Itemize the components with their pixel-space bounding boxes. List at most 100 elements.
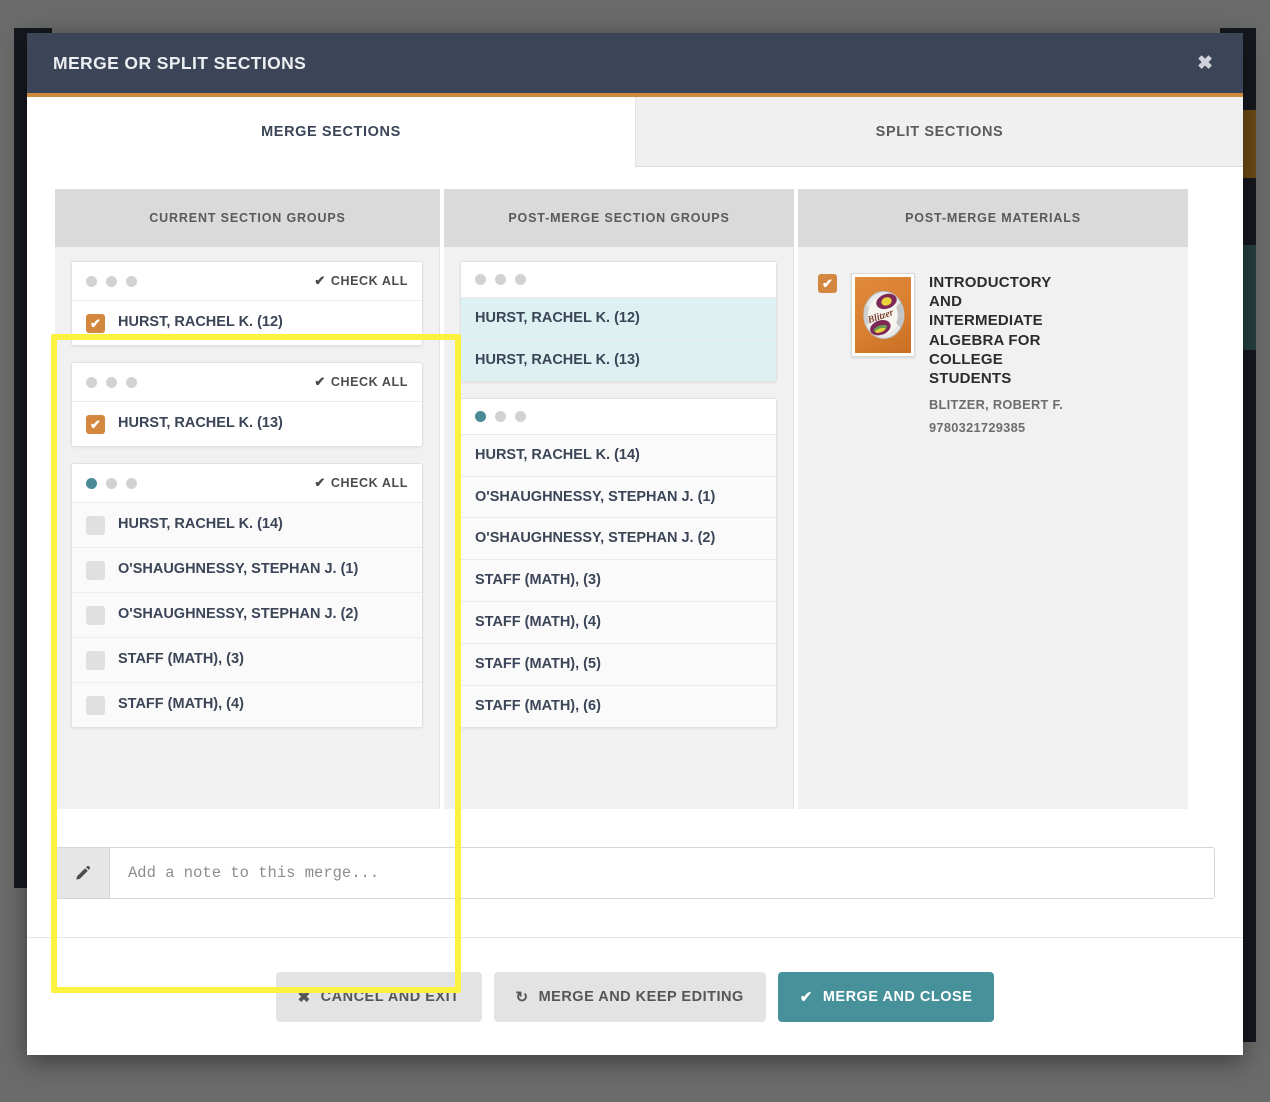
status-dot	[106, 377, 117, 388]
post-merge-group-card: HURST, RACHEL K. (12) HURST, RACHEL K. (…	[460, 261, 777, 382]
section-label: O'SHAUGHNESSY, STEPHAN J. (2)	[118, 605, 358, 625]
material-isbn: 9780321729385	[929, 420, 1168, 435]
section-checkbox[interactable]	[86, 651, 105, 670]
check-icon: ✔	[314, 374, 326, 389]
book-cover-art: Blitzer	[855, 277, 911, 353]
merge-and-keep-editing-button[interactable]: ↻ MERGE AND KEEP EDITING	[494, 972, 766, 1022]
status-dot	[126, 377, 137, 388]
section-group-header: ✔CHECK ALL	[72, 262, 422, 300]
note-section	[27, 821, 1243, 899]
section-checkbox[interactable]: ✔	[86, 415, 105, 434]
cancel-and-exit-button[interactable]: ✖ CANCEL AND EXIT	[276, 972, 482, 1022]
book-cover-thumbnail: Blitzer	[851, 273, 915, 357]
current-groups-scroll-area[interactable]: ✔ CHECK ALL ✔ HURST, RACHEL K. (12)	[55, 247, 440, 809]
merge-or-split-modal: MERGE OR SPLIT SECTIONS ✖ MERGE SECTIONS…	[27, 33, 1243, 1055]
status-dots	[86, 377, 137, 388]
modal-header: MERGE OR SPLIT SECTIONS ✖	[27, 33, 1243, 97]
section-row[interactable]: ✔ HURST, RACHEL K. (12)	[72, 300, 422, 345]
cancel-and-exit-label: CANCEL AND EXIT	[321, 989, 460, 1005]
column-header-post-merge-groups: POST-MERGE SECTION GROUPS	[444, 189, 794, 247]
check-icon: ✔	[314, 475, 326, 490]
check-all-button[interactable]: ✔CHECK ALL	[314, 273, 408, 289]
page-title: MERGE OR SPLIT SECTIONS	[53, 53, 306, 74]
section-row[interactable]: STAFF (MATH), (3)	[72, 637, 422, 682]
post-merge-materials-scroll-area[interactable]: ✔	[798, 247, 1188, 809]
check-icon: ✔	[314, 273, 326, 288]
check-all-label: CHECK ALL	[331, 476, 408, 490]
post-merge-row[interactable]: STAFF (MATH), (4)	[461, 601, 776, 643]
close-icon: ✖	[298, 988, 311, 1006]
material-item: ✔	[814, 261, 1172, 435]
merge-and-close-button[interactable]: ✔ MERGE AND CLOSE	[778, 972, 995, 1022]
post-merge-row[interactable]: HURST, RACHEL K. (14)	[461, 434, 776, 476]
status-dot	[495, 274, 506, 285]
post-merge-row[interactable]: HURST, RACHEL K. (12)	[461, 297, 776, 339]
section-checkbox[interactable]	[86, 516, 105, 535]
material-title: INTRODUCTORY AND INTERMEDIATE ALGEBRA FO…	[929, 273, 1079, 388]
post-merge-row[interactable]: O'SHAUGHNESSY, STEPHAN J. (2)	[461, 517, 776, 559]
post-merge-group-header	[461, 262, 776, 297]
status-dot	[86, 478, 97, 489]
note-field[interactable]	[55, 847, 1215, 899]
section-label: STAFF (MATH), (4)	[118, 695, 244, 715]
status-dot	[126, 478, 137, 489]
section-row[interactable]: STAFF (MATH), (4)	[72, 682, 422, 727]
material-author: BLITZER, ROBERT F.	[929, 397, 1168, 412]
section-label: O'SHAUGHNESSY, STEPHAN J. (1)	[118, 560, 358, 580]
section-row[interactable]: O'SHAUGHNESSY, STEPHAN J. (2)	[72, 592, 422, 637]
status-dots	[475, 411, 762, 422]
post-merge-row[interactable]: O'SHAUGHNESSY, STEPHAN J. (1)	[461, 476, 776, 518]
bottle-cap-icon: Blitzer	[855, 277, 911, 353]
pencil-glyph	[74, 865, 91, 882]
column-header-post-merge-materials: POST-MERGE MATERIALS	[798, 189, 1188, 247]
post-merge-row[interactable]: HURST, RACHEL K. (13)	[461, 339, 776, 381]
status-dots	[86, 276, 137, 287]
status-dots	[86, 478, 137, 489]
tab-split-sections[interactable]: SPLIT SECTIONS	[635, 97, 1243, 167]
check-all-label: CHECK ALL	[331, 375, 408, 389]
post-merge-row[interactable]: STAFF (MATH), (6)	[461, 685, 776, 727]
section-checkbox[interactable]: ✔	[86, 314, 105, 333]
column-post-merge-section-groups: POST-MERGE SECTION GROUPS HURST, RACHEL …	[444, 189, 794, 809]
status-dot	[86, 377, 97, 388]
status-dot	[475, 411, 486, 422]
section-row[interactable]: HURST, RACHEL K. (14)	[72, 502, 422, 547]
post-merge-groups-scroll-area[interactable]: HURST, RACHEL K. (12) HURST, RACHEL K. (…	[444, 247, 794, 809]
status-dot	[475, 274, 486, 285]
refresh-icon: ↻	[516, 988, 529, 1006]
section-label: STAFF (MATH), (3)	[118, 650, 244, 670]
section-label: HURST, RACHEL K. (12)	[118, 313, 283, 333]
tab-merge-sections[interactable]: MERGE SECTIONS	[27, 97, 635, 167]
material-details: INTRODUCTORY AND INTERMEDIATE ALGEBRA FO…	[929, 273, 1168, 435]
section-checkbox[interactable]	[86, 696, 105, 715]
column-post-merge-materials: POST-MERGE MATERIALS ✔	[798, 189, 1188, 809]
check-icon: ✔	[800, 988, 813, 1006]
check-all-button[interactable]: ✔ CHECK ALL	[314, 475, 408, 491]
section-row[interactable]: O'SHAUGHNESSY, STEPHAN J. (1)	[72, 547, 422, 592]
post-merge-row[interactable]: STAFF (MATH), (3)	[461, 559, 776, 601]
section-row[interactable]: ✔ HURST, RACHEL K. (13)	[72, 401, 422, 446]
status-dot	[86, 276, 97, 287]
post-merge-group-header	[461, 399, 776, 434]
modal-footer: ✖ CANCEL AND EXIT ↻ MERGE AND KEEP EDITI…	[27, 937, 1243, 1055]
status-dot	[106, 478, 117, 489]
section-checkbox[interactable]	[86, 606, 105, 625]
column-current-section-groups: CURRENT SECTION GROUPS ✔ CHECK ALL	[55, 189, 440, 809]
status-dot	[515, 411, 526, 422]
pencil-icon	[56, 848, 110, 898]
post-merge-row[interactable]: STAFF (MATH), (5)	[461, 643, 776, 685]
close-icon[interactable]: ✖	[1191, 50, 1219, 77]
columns-container: CURRENT SECTION GROUPS ✔ CHECK ALL	[55, 189, 1215, 809]
status-dot	[495, 411, 506, 422]
section-group-header: ✔ CHECK ALL	[72, 363, 422, 401]
check-all-button[interactable]: ✔ CHECK ALL	[314, 374, 408, 390]
material-checkbox[interactable]: ✔	[818, 274, 837, 293]
column-header-current: CURRENT SECTION GROUPS	[55, 189, 440, 247]
modal-body: CURRENT SECTION GROUPS ✔ CHECK ALL	[27, 167, 1243, 821]
status-dot	[515, 274, 526, 285]
merge-note-input[interactable]	[110, 848, 1214, 898]
merge-and-close-label: MERGE AND CLOSE	[823, 989, 973, 1005]
status-dot	[126, 276, 137, 287]
section-group-card: ✔CHECK ALL ✔ HURST, RACHEL K. (12)	[71, 261, 423, 346]
section-checkbox[interactable]	[86, 561, 105, 580]
